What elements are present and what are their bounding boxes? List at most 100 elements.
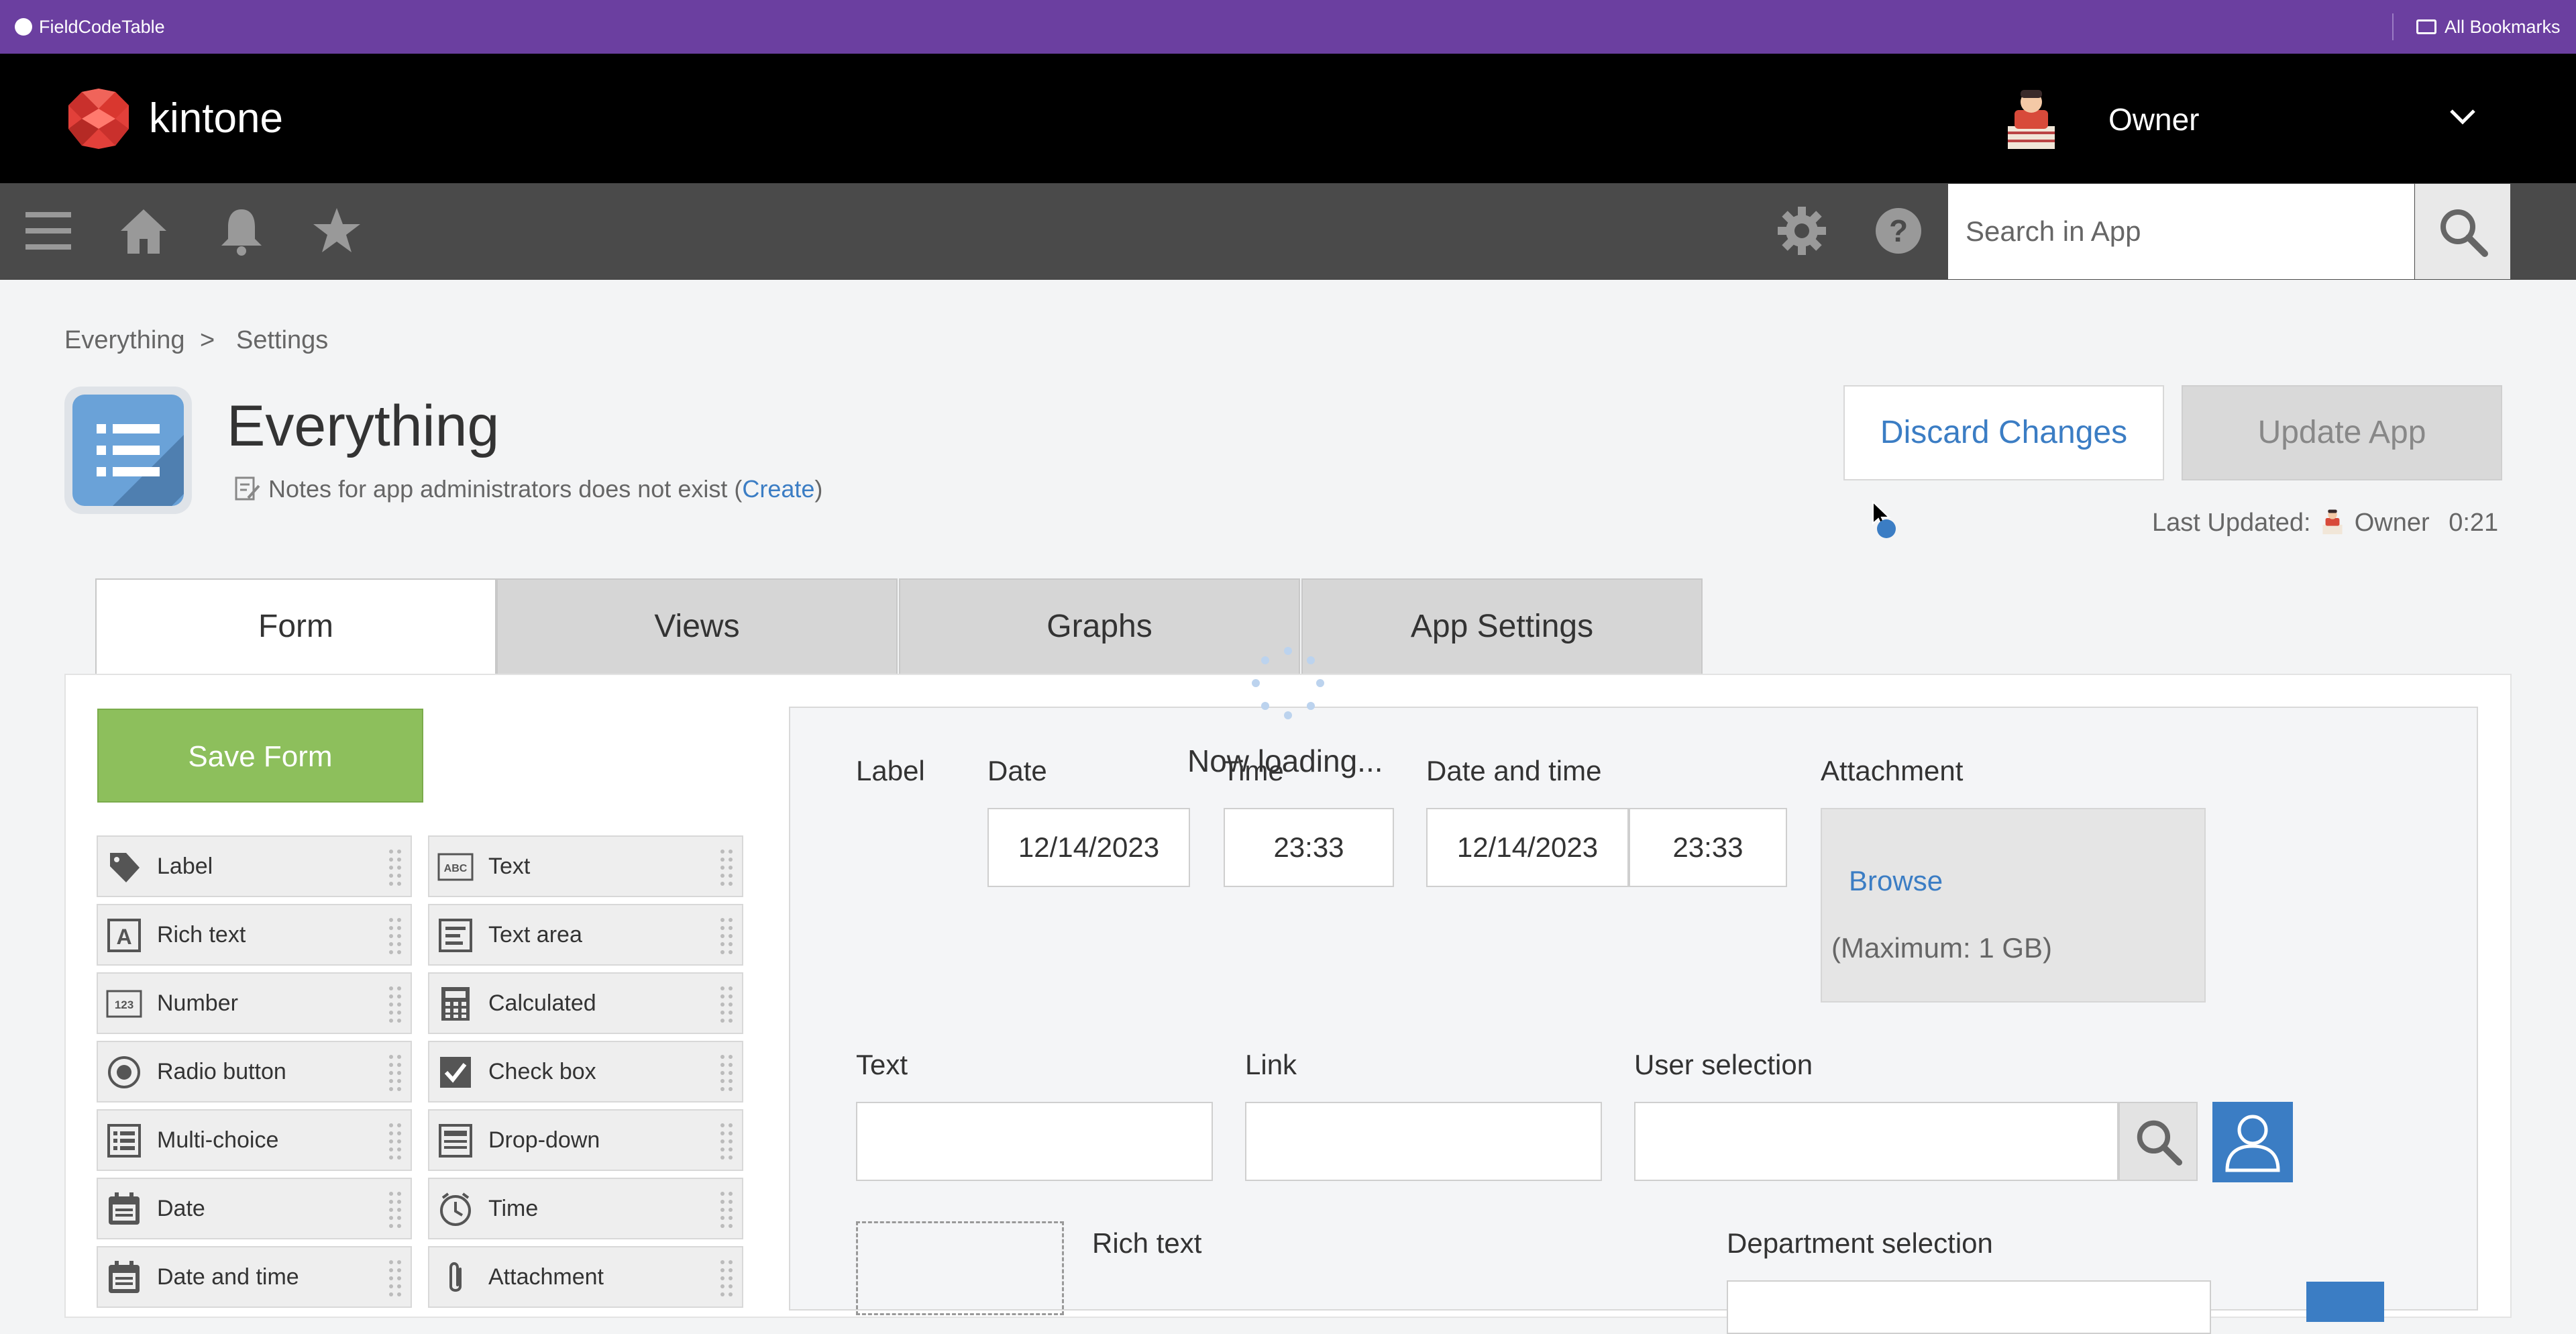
bell-icon[interactable] bbox=[216, 205, 267, 256]
link-field-input[interactable] bbox=[1245, 1102, 1602, 1181]
palette-item-drop-down[interactable]: Drop-down bbox=[428, 1109, 743, 1171]
palette-item-label: Multi-choice bbox=[157, 1127, 279, 1153]
palette-item-label: Text bbox=[488, 854, 531, 879]
globe-icon bbox=[15, 18, 32, 36]
user-avatar-small bbox=[2322, 509, 2343, 535]
search-input[interactable] bbox=[1948, 184, 2414, 279]
palette-item-rich-text[interactable]: A Rich text bbox=[97, 904, 412, 966]
checkbox-icon bbox=[440, 1057, 471, 1088]
search-button[interactable] bbox=[2415, 184, 2510, 279]
drag-handle-icon[interactable] bbox=[386, 1188, 404, 1230]
palette-item-check-box[interactable]: Check box bbox=[428, 1041, 743, 1102]
user-avatar[interactable] bbox=[2002, 86, 2060, 150]
clock-icon bbox=[440, 1192, 471, 1226]
user-name[interactable]: Owner bbox=[2108, 101, 2199, 138]
text-field-input[interactable] bbox=[856, 1102, 1213, 1181]
palette-item-text-area[interactable]: Text area bbox=[428, 904, 743, 966]
admin-notes: Notes for app administrators does not ex… bbox=[268, 474, 822, 504]
star-icon[interactable] bbox=[311, 205, 362, 256]
user-selection-label: User selection bbox=[1634, 1049, 1813, 1080]
radio-icon bbox=[108, 1056, 140, 1088]
tab-app-settings[interactable]: App Settings bbox=[1301, 578, 1703, 675]
abc-icon: ABC bbox=[437, 853, 474, 881]
drag-handle-icon[interactable] bbox=[718, 1257, 735, 1298]
palette-item-label: Radio button bbox=[157, 1059, 286, 1084]
palette-item-radio-button[interactable]: Radio button bbox=[97, 1041, 412, 1102]
breadcrumb-separator: > bbox=[200, 326, 215, 354]
palette-item-attachment[interactable]: Attachment bbox=[428, 1246, 743, 1308]
drag-handle-icon[interactable] bbox=[718, 1051, 735, 1093]
calendar-icon bbox=[109, 1192, 140, 1225]
drag-handle-icon[interactable] bbox=[718, 983, 735, 1025]
app-icon bbox=[64, 387, 192, 514]
kintone-logo-text[interactable]: kintone bbox=[149, 95, 283, 142]
attachment-max-size: (Maximum: 1 GB) bbox=[1831, 932, 2053, 964]
drag-handle-icon[interactable] bbox=[718, 846, 735, 888]
last-updated-user[interactable]: Owner bbox=[2355, 509, 2430, 537]
drag-handle-icon[interactable] bbox=[718, 1120, 735, 1162]
user-search-button[interactable] bbox=[2118, 1102, 2198, 1181]
dropdown-icon bbox=[439, 1124, 472, 1158]
tab-form[interactable]: Form bbox=[95, 578, 496, 678]
svg-text:?: ? bbox=[1889, 213, 1908, 248]
palette-item-label: Check box bbox=[488, 1059, 596, 1084]
calendar-icon bbox=[109, 1261, 140, 1293]
tab-views[interactable]: Views bbox=[496, 578, 898, 675]
datetime-time-input[interactable]: 23:33 bbox=[1629, 808, 1787, 887]
drag-handle-icon[interactable] bbox=[718, 1188, 735, 1230]
rich-text-field-label: Rich text bbox=[1092, 1227, 1202, 1259]
create-notes-link[interactable]: Create bbox=[742, 475, 814, 503]
save-form-button[interactable]: Save Form bbox=[97, 709, 423, 803]
folder-icon bbox=[2416, 19, 2436, 34]
drag-handle-icon[interactable] bbox=[386, 846, 404, 888]
drag-handle-icon[interactable] bbox=[386, 915, 404, 956]
palette-item-multi-choice[interactable]: Multi-choice bbox=[97, 1109, 412, 1171]
palette-item-date[interactable]: Date bbox=[97, 1178, 412, 1239]
last-updated-label: Last Updated: bbox=[2152, 509, 2311, 537]
breadcrumb-item-everything[interactable]: Everything bbox=[64, 325, 185, 355]
menu-icon[interactable] bbox=[23, 205, 74, 256]
form-canvas bbox=[789, 707, 2478, 1311]
palette-item-number[interactable]: 123 Number bbox=[97, 972, 412, 1034]
text-field-label: Text bbox=[856, 1049, 908, 1080]
tab-graphs[interactable]: Graphs bbox=[899, 578, 1300, 675]
drag-handle-icon[interactable] bbox=[718, 915, 735, 956]
calculator-icon bbox=[441, 987, 470, 1021]
home-icon[interactable] bbox=[118, 205, 169, 256]
department-pick-button[interactable] bbox=[2306, 1282, 2384, 1322]
browse-link[interactable]: Browse bbox=[1849, 864, 1943, 898]
text-area-icon bbox=[439, 919, 472, 952]
time-field-input[interactable]: 23:33 bbox=[1224, 808, 1394, 887]
cursor-icon bbox=[1872, 501, 1896, 538]
gear-icon[interactable] bbox=[1776, 205, 1827, 256]
discard-changes-button[interactable]: Discard Changes bbox=[1843, 385, 2164, 480]
drag-handle-icon[interactable] bbox=[386, 1257, 404, 1298]
palette-item-date-and-time[interactable]: Date and time bbox=[97, 1246, 412, 1308]
label-field[interactable]: Label bbox=[856, 754, 925, 788]
last-updated: Last Updated: Owner 0:21 bbox=[2152, 508, 2498, 537]
attachment-dropzone bbox=[1821, 808, 2206, 1003]
all-bookmarks-link[interactable]: All Bookmarks bbox=[2445, 0, 2561, 54]
palette-item-label[interactable]: Label bbox=[97, 835, 412, 897]
user-pick-button[interactable] bbox=[2212, 1102, 2293, 1182]
kintone-logo-icon[interactable] bbox=[62, 89, 136, 149]
department-selection-input[interactable] bbox=[1727, 1280, 2211, 1334]
date-field-input[interactable]: 12/14/2023 bbox=[987, 808, 1190, 887]
drag-handle-icon[interactable] bbox=[386, 1051, 404, 1093]
palette-item-label: Date bbox=[157, 1196, 205, 1221]
chevron-down-icon[interactable] bbox=[2449, 107, 2477, 126]
link-field-label: Link bbox=[1245, 1049, 1297, 1080]
update-app-button[interactable]: Update App bbox=[2182, 385, 2502, 480]
palette-item-time[interactable]: Time bbox=[428, 1178, 743, 1239]
user-selection-input[interactable] bbox=[1634, 1102, 2118, 1181]
paperclip-icon bbox=[449, 1262, 462, 1292]
browser-tab-title[interactable]: FieldCodeTable bbox=[39, 0, 165, 54]
list-icon bbox=[72, 395, 184, 506]
palette-item-text[interactable]: ABC Text bbox=[428, 835, 743, 897]
palette-item-calculated[interactable]: Calculated bbox=[428, 972, 743, 1034]
datetime-date-input[interactable]: 12/14/2023 bbox=[1426, 808, 1629, 887]
help-icon[interactable]: ? bbox=[1873, 205, 1924, 256]
drag-handle-icon[interactable] bbox=[386, 983, 404, 1025]
loading-text: Now loading... bbox=[1187, 743, 1383, 778]
drag-handle-icon[interactable] bbox=[386, 1120, 404, 1162]
